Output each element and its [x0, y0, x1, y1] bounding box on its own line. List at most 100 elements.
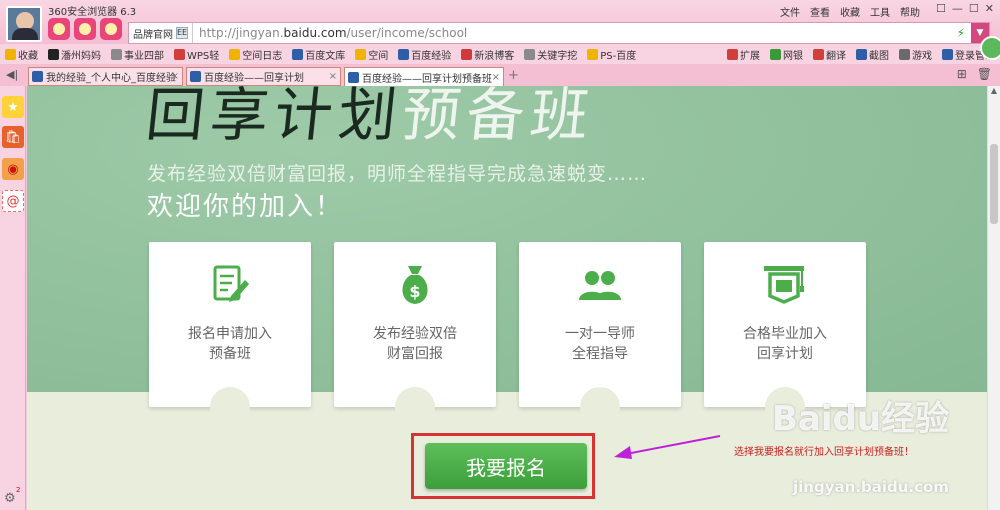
address-row: 品牌官网 EE http://jingyan.baidu.com/user/in… — [0, 22, 1000, 44]
bookmark-label: 收藏 — [18, 50, 38, 62]
bookmark-label: WPS轻 — [187, 50, 220, 62]
brand-site-button[interactable]: 品牌官网 EE — [129, 23, 193, 43]
restore-icon[interactable]: ☐ — [936, 2, 946, 15]
trash-icon[interactable]: 🗑 — [977, 67, 992, 81]
toolbar-extension-item[interactable]: 截图 — [851, 47, 894, 62]
tab-share-plan[interactable]: 百度经验——回享计划 × — [186, 67, 341, 86]
toolbar-extension-item[interactable]: 扩展 — [722, 47, 765, 62]
card-line1: 发布经验双倍 — [373, 326, 457, 342]
extension-icon — [942, 48, 953, 60]
card-label: 一对一导师 全程指导 — [519, 324, 681, 364]
menu-help[interactable]: 帮助 — [900, 4, 920, 19]
card-line2: 财富回报 — [387, 346, 443, 362]
bookmark-label: 新浪博客 — [474, 50, 515, 62]
bookmark-item[interactable]: 潘州妈妈 — [43, 47, 106, 62]
bookmark-label: 百度经验 — [411, 50, 452, 62]
tab-label: 我的经验_个人中心_百度经验 — [46, 73, 176, 84]
toolbar-extension-item[interactable]: 网银 — [765, 47, 808, 62]
tab-grid-icon[interactable]: ⊞ — [957, 67, 967, 81]
scroll-thumb[interactable] — [990, 144, 998, 224]
bookmark-label: 事业四部 — [124, 50, 164, 62]
extension-icon — [770, 48, 781, 60]
extension-label: 游戏 — [912, 50, 932, 62]
bookmark-label: 百度文库 — [305, 50, 346, 62]
bookmark-icon — [398, 48, 410, 60]
bookmark-item[interactable]: 空间 — [350, 47, 393, 62]
card-line2: 全程指导 — [572, 346, 628, 362]
bookmark-icon — [355, 48, 367, 60]
maximize-icon[interactable]: ☐ — [969, 2, 979, 15]
card-line2: 回享计划 — [757, 346, 813, 362]
bookmark-icon — [48, 48, 59, 60]
card-label: 报名申请加入 预备班 — [149, 324, 311, 364]
bookmark-item[interactable]: PS-百度 — [582, 47, 641, 62]
signup-button[interactable]: 我要报名 — [425, 443, 587, 489]
tab-label: 百度经验——回享计划 — [204, 73, 304, 84]
window-controls: ☐ — ☐ ✕ — [936, 2, 994, 15]
star-icon[interactable]: ★ — [2, 96, 24, 118]
bookmark-item[interactable]: 事业四部 — [106, 47, 169, 62]
bookmark-item[interactable]: 空间日志 — [224, 47, 287, 62]
tab-my-experience[interactable]: 我的经验_个人中心_百度经验 × — [28, 67, 183, 86]
annotation-text: 选择我要报名就行加入回享计划预备班！ — [734, 447, 914, 458]
tab-close-icon[interactable]: × — [171, 71, 179, 82]
page-content: 回享计划预备班 发布经验双倍财富回报，明师全程指导完成急速蜕变…… 欢迎你的加入… — [27, 86, 987, 510]
scroll-up-icon[interactable]: ▲ — [988, 86, 1000, 100]
tab-tools: ⊞ 🗑 — [957, 67, 992, 81]
menu-tools[interactable]: 工具 — [870, 4, 890, 19]
toolbar-extension-item[interactable]: 翻译 — [808, 47, 851, 62]
tab-prep-class[interactable]: 百度经验——回享计划预备班 × — [344, 67, 504, 87]
menu-favorites[interactable]: 收藏 — [840, 4, 860, 19]
menu-file[interactable]: 文件 — [780, 4, 800, 19]
bookmark-item[interactable]: 百度经验 — [393, 47, 456, 62]
address-bar[interactable]: 品牌官网 EE http://jingyan.baidu.com/user/in… — [128, 22, 990, 44]
url-path: /user/income/school — [346, 26, 468, 40]
green-status-icon[interactable] — [980, 36, 1000, 60]
calligraphy-title: 回享计划预备班 — [143, 86, 600, 152]
application-form-icon — [213, 265, 249, 302]
app-title: 360安全浏览器 6.3 — [48, 7, 137, 18]
tab-close-icon[interactable]: × — [329, 71, 337, 82]
bookmark-label: PS-百度 — [600, 50, 637, 62]
card-line1: 合格毕业加入 — [743, 326, 827, 342]
bookmark-icon — [461, 48, 473, 60]
bookmark-item[interactable]: 关键字挖 — [519, 47, 582, 62]
card-line1: 一对一导师 — [565, 326, 635, 342]
weibo-icon[interactable]: ◉ — [2, 158, 24, 180]
baidu-paw-icon — [348, 72, 359, 83]
baidu-paw-icon — [32, 71, 43, 82]
vertical-scrollbar[interactable]: ▲ — [987, 86, 1000, 510]
tab-close-icon[interactable]: × — [492, 72, 500, 83]
bookmarks-bar: 收藏 潘州妈妈 事业四部 WPS轻 空间日志 百度文库 空间 百度经验 新浪博客 关键字挖 PS-百… — [0, 44, 1000, 64]
extension-label: 截图 — [869, 50, 889, 62]
tab-back-icon[interactable]: ◀| — [6, 68, 22, 82]
pointer-arrow-icon — [614, 435, 721, 459]
bookmark-label: 空间日志 — [242, 50, 283, 62]
hero-welcome: 欢迎你的加入！ — [147, 192, 344, 222]
bookmark-item[interactable]: 新浪博客 — [456, 47, 519, 62]
bookmark-icon — [292, 48, 304, 60]
minimize-icon[interactable]: — — [952, 2, 963, 15]
speed-mode-icon[interactable]: ⚡ — [957, 26, 971, 40]
url-field[interactable]: http://jingyan.baidu.com/user/income/sch… — [193, 26, 957, 40]
gear-icon[interactable]: ⚙ — [4, 491, 16, 506]
bookmark-item[interactable]: 百度文库 — [287, 47, 350, 62]
bookmark-item[interactable]: WPS轻 — [169, 47, 224, 62]
calligraphy-dark: 回享计划 — [142, 86, 407, 149]
feature-card-apply: 报名申请加入 预备班 — [149, 242, 311, 427]
new-tab-icon[interactable]: + — [508, 68, 519, 83]
extension-icon — [813, 48, 824, 60]
brand-label: 品牌官网 — [133, 29, 173, 41]
gift-icon[interactable]: 🛍 — [2, 126, 24, 148]
mentor-people-icon — [579, 271, 621, 300]
extension-icon — [727, 48, 738, 60]
bookmark-item[interactable]: 收藏 — [0, 47, 43, 62]
tab-label: 百度经验——回享计划预备班 — [362, 74, 492, 85]
menu-view[interactable]: 查看 — [810, 4, 830, 19]
mail-icon[interactable]: @ — [2, 190, 24, 212]
bookmark-icon — [229, 48, 241, 60]
toolbar-extension-item[interactable]: 游戏 — [894, 47, 937, 62]
close-icon[interactable]: ✕ — [985, 2, 994, 15]
baidu-paw-icon — [190, 71, 201, 82]
bookmark-icon — [524, 48, 536, 60]
